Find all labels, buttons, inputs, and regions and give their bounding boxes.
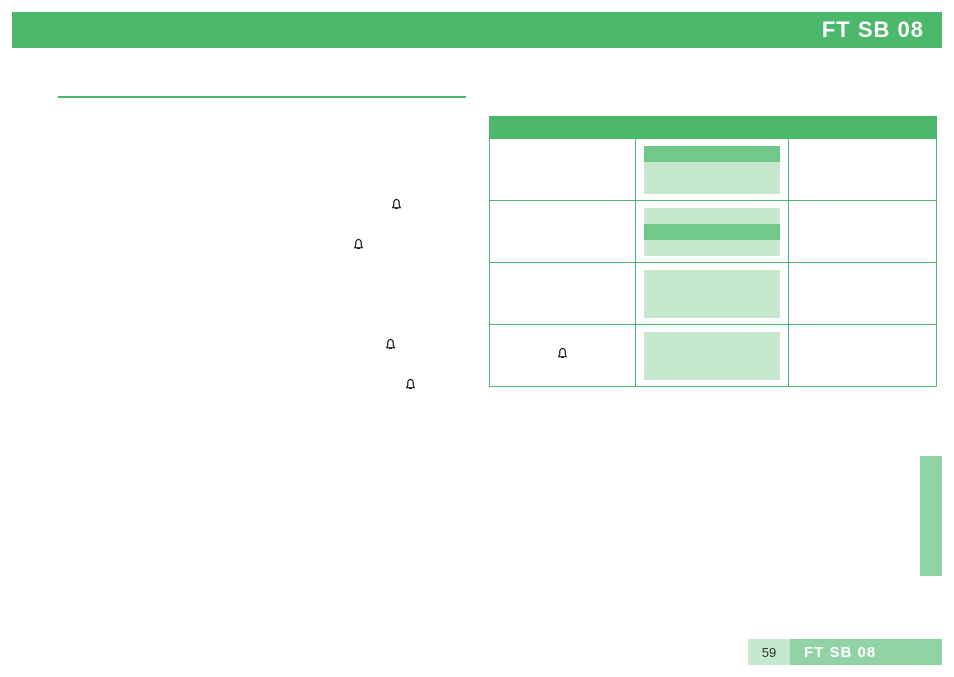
table-cell bbox=[490, 201, 636, 263]
table-cell bbox=[789, 263, 937, 325]
list-item bbox=[58, 156, 466, 176]
side-tab bbox=[920, 456, 942, 576]
table-cell bbox=[490, 325, 636, 387]
footer-bar: 59 FT SB 08 bbox=[12, 639, 942, 665]
table-row bbox=[490, 139, 937, 201]
table-cell bbox=[789, 139, 937, 201]
color-swatch bbox=[644, 208, 780, 224]
table-cell bbox=[490, 263, 636, 325]
list-item bbox=[58, 356, 466, 376]
table-row bbox=[490, 263, 937, 325]
color-swatch bbox=[644, 332, 780, 348]
color-swatch bbox=[644, 240, 780, 256]
right-panel bbox=[489, 116, 937, 387]
list-item bbox=[58, 116, 466, 136]
color-swatch bbox=[644, 178, 780, 194]
data-table bbox=[489, 138, 937, 387]
table-cell bbox=[636, 139, 789, 201]
section-divider bbox=[58, 96, 466, 98]
swatch-stack bbox=[644, 208, 780, 256]
page-section-label: FT SB 08 bbox=[790, 639, 942, 665]
list-item bbox=[58, 136, 466, 156]
bell-icon bbox=[384, 338, 397, 351]
swatch-stack bbox=[644, 270, 780, 318]
table-cell bbox=[789, 201, 937, 263]
list-item bbox=[58, 276, 466, 296]
table-cell bbox=[636, 263, 789, 325]
color-swatch bbox=[644, 224, 780, 240]
table-cell bbox=[789, 325, 937, 387]
list-item bbox=[58, 296, 466, 316]
table-cell bbox=[636, 325, 789, 387]
color-swatch bbox=[644, 162, 780, 178]
list-item bbox=[58, 196, 466, 216]
table-cell bbox=[490, 139, 636, 201]
table-cell bbox=[636, 201, 789, 263]
list-item bbox=[58, 176, 466, 196]
color-swatch bbox=[644, 286, 780, 302]
left-column bbox=[58, 96, 466, 396]
table-header-bar bbox=[489, 116, 937, 138]
color-swatch bbox=[644, 146, 780, 162]
list-item bbox=[58, 256, 466, 276]
list-item bbox=[58, 236, 466, 256]
page-number: 59 bbox=[748, 639, 790, 665]
swatch-stack bbox=[644, 332, 780, 380]
header-bar: FT SB 08 bbox=[12, 12, 942, 48]
color-swatch bbox=[644, 348, 780, 364]
page-indicator: 59 FT SB 08 bbox=[748, 639, 942, 665]
bell-icon bbox=[352, 238, 365, 251]
bell-icon bbox=[404, 378, 417, 391]
left-bullet-list bbox=[58, 116, 466, 396]
list-item bbox=[58, 376, 466, 396]
list-item bbox=[58, 216, 466, 236]
color-swatch bbox=[644, 364, 780, 380]
color-swatch bbox=[644, 270, 780, 286]
color-swatch bbox=[644, 302, 780, 318]
bell-icon bbox=[390, 198, 403, 211]
page-title: FT SB 08 bbox=[822, 17, 924, 43]
table-row bbox=[490, 201, 937, 263]
list-item bbox=[58, 336, 466, 356]
list-item bbox=[58, 316, 466, 336]
swatch-stack bbox=[644, 146, 780, 194]
bell-icon bbox=[556, 347, 569, 365]
table-row bbox=[490, 325, 937, 387]
